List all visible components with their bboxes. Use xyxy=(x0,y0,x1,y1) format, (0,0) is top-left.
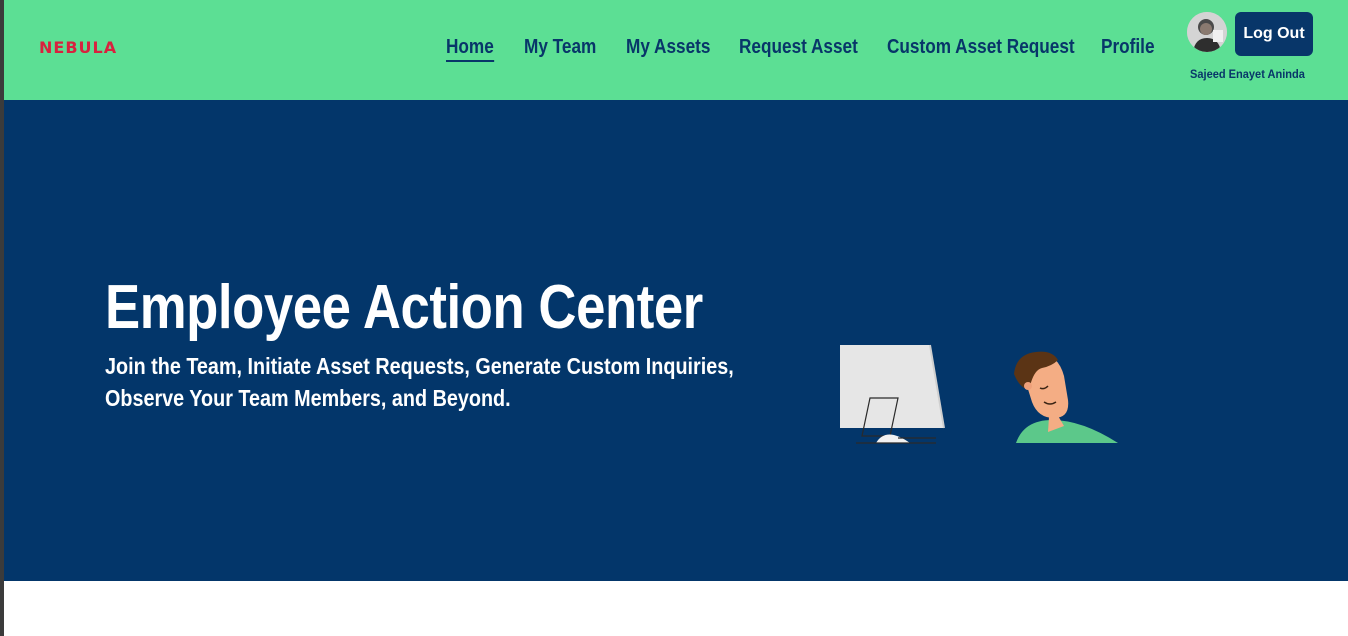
top-navbar: NEBULA Home My Team My Assets Request As… xyxy=(4,0,1348,100)
hero-title: Employee Action Center xyxy=(105,273,703,342)
man-at-computer-illustration xyxy=(840,344,1118,444)
nav-request-asset[interactable]: Request Asset xyxy=(739,36,858,59)
logout-button[interactable]: Log Out xyxy=(1235,12,1313,56)
nav-my-assets[interactable]: My Assets xyxy=(626,36,710,59)
nebula-logo[interactable]: NEBULA xyxy=(39,38,117,57)
nav-my-team[interactable]: My Team xyxy=(524,36,596,59)
window-left-edge xyxy=(0,0,4,636)
nav-home[interactable]: Home xyxy=(446,36,494,62)
hero-subtitle-line-1: Join the Team, Initiate Asset Requests, … xyxy=(105,353,734,379)
hero-banner: Employee Action Center Join the Team, In… xyxy=(4,100,1348,581)
user-avatar[interactable] xyxy=(1187,12,1227,52)
hero-subtitle: Join the Team, Initiate Asset Requests, … xyxy=(105,350,776,414)
nav-profile[interactable]: Profile xyxy=(1101,36,1155,59)
user-name: Sajeed Enayet Aninda xyxy=(1190,67,1305,81)
nav-custom-asset-request[interactable]: Custom Asset Request xyxy=(887,36,1075,59)
user-avatar-icon xyxy=(1187,12,1227,52)
content-section xyxy=(4,581,1348,636)
hero-subtitle-line-2: Observe Your Team Members, and Beyond. xyxy=(105,385,511,411)
